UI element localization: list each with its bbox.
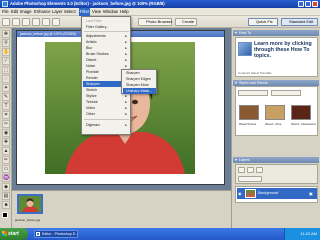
layers-list: ◉ Background ▣ bbox=[235, 186, 318, 203]
selection-brush-tool-icon[interactable]: ✎ bbox=[2, 93, 10, 101]
window-title-bar: Adobe Photoshop Elements 3.0 (Editor) - … bbox=[0, 0, 320, 8]
taskbar-item-label: Editor - Photoshop E... bbox=[42, 232, 79, 236]
menu-file[interactable]: File bbox=[1, 8, 10, 16]
swatch-label: Wood Frame bbox=[239, 122, 257, 126]
thumbnail-image bbox=[19, 196, 41, 212]
new-layer-icon[interactable] bbox=[238, 167, 245, 173]
howto-palette: Learn more by clicking through these How… bbox=[235, 37, 318, 77]
move-tool-icon[interactable]: ✥ bbox=[2, 30, 10, 38]
wood-pine-swatch[interactable] bbox=[265, 105, 285, 120]
effects-library-select[interactable] bbox=[271, 90, 301, 96]
redo-button[interactable] bbox=[52, 18, 60, 26]
eye-visibility-icon[interactable]: ◉ bbox=[238, 191, 243, 196]
wood-frame-swatch[interactable] bbox=[239, 105, 259, 120]
foreground-color-swatch[interactable] bbox=[2, 212, 8, 218]
layers-toolbar bbox=[235, 164, 318, 184]
type-tool-icon[interactable]: T bbox=[2, 102, 10, 110]
swatch-label: Wood - Pine bbox=[265, 122, 282, 126]
lock-icon: ▣ bbox=[309, 191, 313, 196]
magic-wand-tool-icon[interactable]: ✦ bbox=[2, 84, 10, 92]
clone-stamp-tool-icon[interactable]: ▲ bbox=[2, 147, 10, 155]
windows-logo-icon bbox=[2, 231, 7, 236]
menu-item-digimarc[interactable]: Digimarc ▸ bbox=[83, 122, 129, 128]
howto-footer[interactable]: Contents Select Tutorials bbox=[238, 71, 271, 75]
options-bar: Photo Browser Create Quick Fix Standard … bbox=[0, 16, 320, 28]
swatch-label: Wood - Rosewood bbox=[291, 122, 316, 126]
photo-browser-label: Photo Browser bbox=[146, 19, 173, 24]
create-label: Create bbox=[182, 19, 195, 24]
undo-button[interactable] bbox=[42, 18, 50, 26]
taskbar-item-editor[interactable]: Editor - Photoshop E... bbox=[34, 230, 78, 238]
menu-view[interactable]: View bbox=[91, 8, 102, 16]
menu-edit[interactable]: Edit bbox=[10, 8, 19, 16]
window-title: Adobe Photoshop Elements 3.0 (Editor) - … bbox=[10, 1, 165, 6]
submenu-item-unsharp-mask[interactable]: Unsharp Mask... bbox=[123, 88, 156, 94]
zoom-tool-icon[interactable]: ⚲ bbox=[2, 39, 10, 47]
menu-layer[interactable]: Layer bbox=[51, 8, 63, 16]
start-button[interactable]: start bbox=[0, 228, 28, 240]
wood-rosewood-swatch[interactable] bbox=[291, 105, 311, 120]
menu-separator bbox=[84, 119, 129, 120]
toolbox: ✥ ⚲ ✋ ⁄ ⬚ ◌ ✦ ✎ T ⌗ ✂ ◉ ✚ ▲ ✏ ▭ ♒ ◆ ▤ ■ bbox=[0, 28, 12, 228]
photo-bin: jackson_before.jpg bbox=[12, 190, 231, 228]
menu-separator bbox=[84, 31, 129, 32]
clock: 11:22 AM bbox=[300, 231, 317, 236]
photoshop-elements-taskbar-icon bbox=[36, 232, 40, 236]
photoshop-elements-app-icon bbox=[2, 1, 8, 7]
layer-row-background[interactable]: ◉ Background ▣ bbox=[237, 188, 317, 199]
standard-edit-label: Standard Edit bbox=[289, 19, 314, 24]
layers-palette-header[interactable]: Layers bbox=[233, 157, 319, 163]
save-button[interactable] bbox=[22, 18, 30, 26]
hand-tool-icon[interactable]: ✋ bbox=[2, 48, 10, 56]
adjustment-layer-icon[interactable] bbox=[247, 167, 254, 173]
menu-item-other[interactable]: Other ▸ bbox=[83, 111, 129, 117]
menu-select[interactable]: Select bbox=[63, 8, 77, 16]
brush-tool-icon[interactable]: ♒ bbox=[2, 174, 10, 182]
gradient-tool-icon[interactable]: ▤ bbox=[2, 192, 10, 200]
paint-bucket-tool-icon[interactable]: ◆ bbox=[2, 183, 10, 191]
healing-brush-tool-icon[interactable]: ✚ bbox=[2, 138, 10, 146]
windows-taskbar: start Editor - Photoshop E... 11:22 AM bbox=[0, 228, 320, 240]
menu-bar: File Edit Image Enhance Layer Select Fil… bbox=[0, 8, 320, 16]
lasso-tool-icon[interactable]: ◌ bbox=[2, 75, 10, 83]
open-file-button[interactable] bbox=[12, 18, 20, 26]
photo-bin-thumbnail[interactable] bbox=[17, 194, 43, 214]
eyedropper-tool-icon[interactable]: ⁄ bbox=[2, 57, 10, 65]
palette-well: How To Learn more by clicking through th… bbox=[231, 28, 320, 228]
pencil-tool-icon[interactable]: ✏ bbox=[2, 156, 10, 164]
howto-text: Learn more by clicking through these How… bbox=[254, 41, 312, 59]
menu-enhance[interactable]: Enhance bbox=[33, 8, 52, 16]
submenu-arrow-icon: ▸ bbox=[125, 123, 127, 127]
marquee-tool-icon[interactable]: ⬚ bbox=[2, 66, 10, 74]
layer-thumbnail bbox=[245, 189, 256, 198]
sharpen-submenu: Sharpen Sharpen Edges Sharpen More Unsha… bbox=[121, 69, 157, 94]
delete-layer-icon[interactable] bbox=[256, 167, 263, 173]
styles-effects-palette: Wood Frame Wood - Pine Wood - Rosewood bbox=[235, 86, 318, 136]
help-icon bbox=[238, 42, 252, 56]
menu-item-filter-gallery[interactable]: Filter Gallery... bbox=[83, 24, 129, 30]
menu-window[interactable]: Window bbox=[102, 8, 119, 16]
system-tray: 11:22 AM bbox=[284, 228, 320, 240]
thumbnail-label: jackson_before.jpg bbox=[15, 218, 41, 222]
red-eye-tool-icon[interactable]: ◉ bbox=[2, 129, 10, 137]
layer-name: Background bbox=[258, 191, 279, 195]
effects-category-select[interactable] bbox=[238, 90, 268, 96]
minimize-button[interactable] bbox=[298, 1, 304, 7]
new-file-button[interactable] bbox=[2, 18, 10, 26]
howto-palette-header[interactable]: How To bbox=[233, 30, 319, 36]
cookie-cutter-tool-icon[interactable]: ✂ bbox=[2, 120, 10, 128]
menu-filter[interactable]: Filter bbox=[79, 8, 91, 16]
shape-tool-icon[interactable]: ■ bbox=[2, 201, 10, 209]
crop-tool-icon[interactable]: ⌗ bbox=[2, 111, 10, 119]
maximize-button[interactable] bbox=[305, 1, 311, 7]
eraser-tool-icon[interactable]: ▭ bbox=[2, 165, 10, 173]
close-button[interactable] bbox=[312, 1, 318, 7]
menu-help[interactable]: Help bbox=[119, 8, 130, 16]
print-button[interactable] bbox=[32, 18, 40, 26]
start-label: start bbox=[8, 231, 19, 237]
menu-image[interactable]: Image bbox=[19, 8, 33, 16]
quick-fix-label: Quick Fix bbox=[256, 19, 273, 24]
submenu-arrow-icon: ▸ bbox=[125, 112, 127, 116]
blend-mode-select[interactable] bbox=[238, 176, 262, 182]
